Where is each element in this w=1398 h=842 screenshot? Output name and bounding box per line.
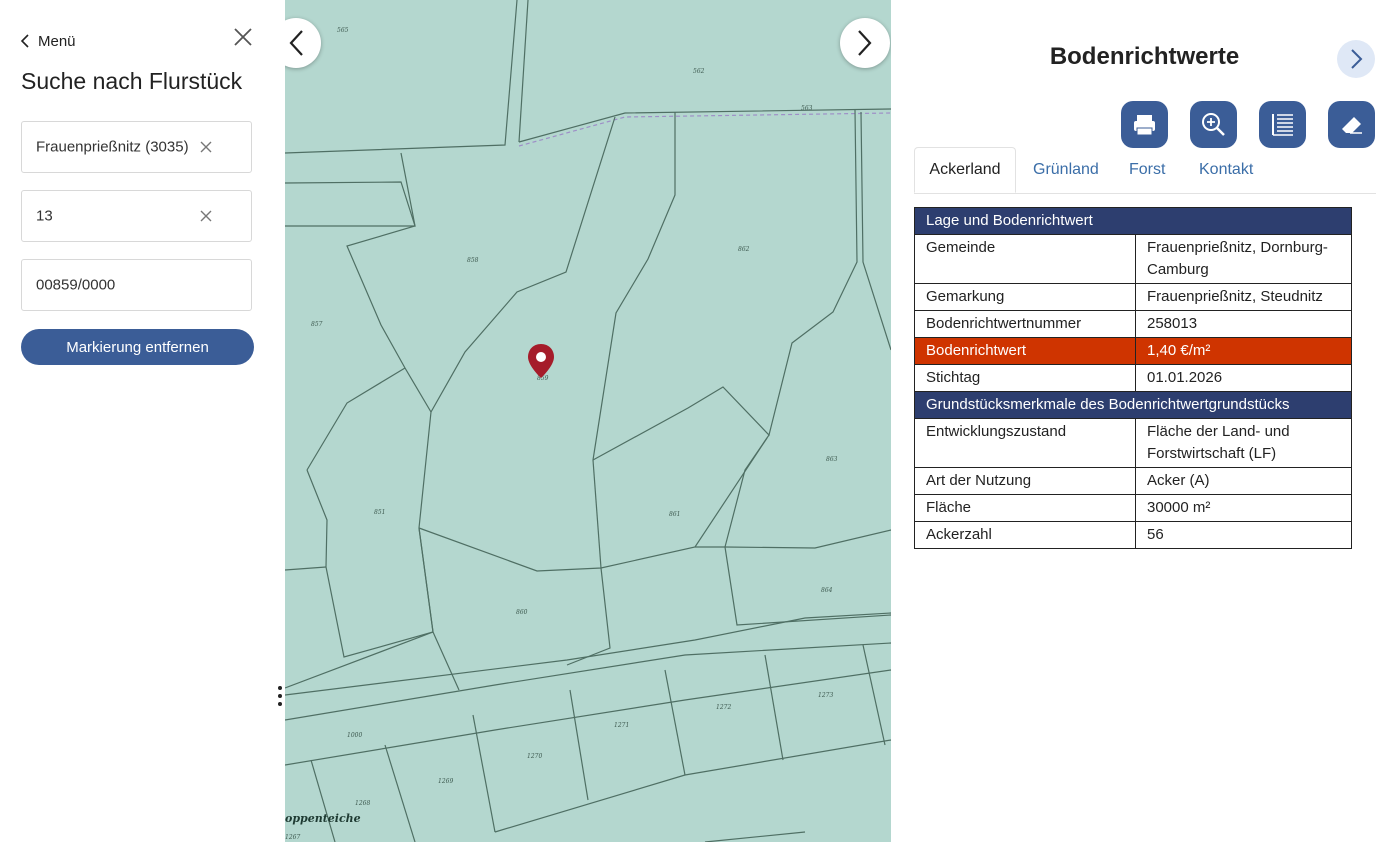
previous-button[interactable]: [285, 18, 321, 68]
collapse-panel-button[interactable]: [1337, 40, 1375, 78]
row-key: Gemarkung: [914, 283, 1136, 311]
parcel-label: 860: [516, 609, 528, 616]
zoom-to-button[interactable]: [1190, 101, 1237, 148]
row-key: Gemeinde: [914, 234, 1136, 284]
table-row: Ackerzahl 56: [914, 521, 1352, 549]
flur-value: 13: [36, 207, 53, 225]
row-value: Fläche der Land- und Forstwirtschaft (LF…: [1135, 418, 1352, 468]
resize-handle-left[interactable]: [275, 684, 285, 708]
row-key: Entwicklungszustand: [914, 418, 1136, 468]
clear-selection-button[interactable]: [1328, 101, 1375, 148]
section-title: Grundstücksmerkmale des Bodenrichtwertgr…: [914, 391, 1352, 419]
row-value: Acker (A): [1135, 467, 1352, 495]
clear-icon[interactable]: [199, 140, 213, 154]
legend-list-icon: [1272, 114, 1293, 136]
place-label: oppenteiche: [285, 812, 361, 825]
parcel-number-value: 00859/0000: [36, 276, 116, 294]
chevron-right-icon: [1351, 49, 1363, 69]
zoom-in-icon: [1202, 113, 1225, 136]
row-value: 1,40 €/m²: [1135, 337, 1352, 365]
clear-icon[interactable]: [199, 209, 213, 223]
parcel-label: 1000: [347, 732, 362, 739]
row-value: 56: [1135, 521, 1352, 549]
parcel-label: 562: [693, 68, 705, 75]
row-value: 30000 m²: [1135, 494, 1352, 522]
next-button[interactable]: [840, 18, 890, 68]
row-key: Stichtag: [914, 364, 1136, 392]
table-row: Art der Nutzung Acker (A): [914, 467, 1352, 495]
parcel-label: 1268: [355, 800, 370, 807]
table-section-header: Grundstücksmerkmale des Bodenrichtwertgr…: [914, 391, 1352, 419]
print-button[interactable]: [1121, 101, 1168, 148]
parcel-label: 565: [337, 27, 349, 34]
table-row: Gemarkung Frauenprießnitz, Steudnitz: [914, 283, 1352, 311]
parcel-label: 1272: [716, 704, 731, 711]
parcel-label: 1273: [818, 692, 833, 699]
row-value: 01.01.2026: [1135, 364, 1352, 392]
municipality-value: Frauenprießnitz (3035): [36, 138, 189, 156]
section-title: Lage und Bodenrichtwert: [914, 207, 1352, 235]
parcel-label: 862: [738, 246, 750, 253]
location-marker-icon[interactable]: [528, 344, 554, 378]
row-key: Bodenrichtwertnummer: [914, 310, 1136, 338]
tab-forst[interactable]: Forst: [1129, 147, 1165, 193]
parcel-label: 1269: [438, 778, 453, 785]
row-value: Frauenprießnitz, Dornburg-Camburg: [1135, 234, 1352, 284]
parcel-label: 1267: [285, 834, 300, 841]
tab-gruenland[interactable]: Grünland: [1033, 147, 1099, 193]
row-value: 258013: [1135, 310, 1352, 338]
table-row-highlight: Bodenrichtwert 1,40 €/m²: [914, 337, 1352, 365]
eraser-icon: [1342, 117, 1362, 134]
table-row: Fläche 30000 m²: [914, 494, 1352, 522]
parcel-label: 857: [311, 321, 323, 328]
remove-marker-button[interactable]: Markierung entfernen: [21, 329, 254, 365]
search-panel: Menü Suche nach Flurstück Frauenprießnit…: [0, 0, 285, 842]
parcel-label: 861: [669, 511, 680, 518]
table-row: Gemeinde Frauenprießnitz, Dornburg-Cambu…: [914, 234, 1352, 284]
row-key: Fläche: [914, 494, 1136, 522]
menu-label: Menü: [38, 32, 76, 50]
tab-kontakt[interactable]: Kontakt: [1199, 147, 1253, 193]
table-section-header: Lage und Bodenrichtwert: [914, 207, 1352, 235]
parcel-map: 565 562 563 858 857 862 863 851 861 860 …: [285, 0, 891, 842]
panel-title: Bodenrichtwerte: [1049, 43, 1240, 70]
table-row: Entwicklungszustand Fläche der Land- und…: [914, 418, 1352, 468]
row-key: Ackerzahl: [914, 521, 1136, 549]
land-value-table: Lage und Bodenrichtwert Gemeinde Frauenp…: [914, 207, 1352, 549]
parcel-label: 864: [821, 587, 833, 594]
parcel-label: 1270: [527, 753, 542, 760]
chevron-left-icon: [20, 34, 29, 48]
parcel-label: 858: [467, 257, 479, 264]
chevron-right-icon: [858, 30, 872, 56]
tab-bar: Ackerland Grünland Forst Kontakt: [914, 147, 1376, 194]
parcel-label: 851: [374, 509, 385, 516]
municipality-field[interactable]: Frauenprießnitz (3035): [21, 121, 252, 173]
legend-button[interactable]: [1259, 101, 1306, 148]
row-key: Bodenrichtwert: [914, 337, 1136, 365]
parcel-label: 863: [826, 456, 838, 463]
table-row: Stichtag 01.01.2026: [914, 364, 1352, 392]
flur-field[interactable]: 13: [21, 190, 252, 242]
parcel-label: 563: [801, 105, 813, 112]
row-key: Art der Nutzung: [914, 467, 1136, 495]
parcel-number-field[interactable]: 00859/0000: [21, 259, 252, 311]
print-icon: [1134, 115, 1155, 136]
chevron-left-icon: [289, 30, 303, 56]
tab-ackerland[interactable]: Ackerland: [914, 147, 1016, 193]
panel-title: Suche nach Flurstück: [21, 68, 243, 94]
parcel-label: 1271: [614, 722, 629, 729]
menu-back-button[interactable]: Menü: [20, 30, 76, 52]
table-row: Bodenrichtwertnummer 258013: [914, 310, 1352, 338]
map-view[interactable]: 565 562 563 858 857 862 863 851 861 860 …: [285, 0, 891, 842]
close-icon[interactable]: [230, 24, 256, 50]
info-panel: Bodenrichtwerte Ackerland Grünland Forst…: [891, 0, 1398, 842]
row-value: Frauenprießnitz, Steudnitz: [1135, 283, 1352, 311]
